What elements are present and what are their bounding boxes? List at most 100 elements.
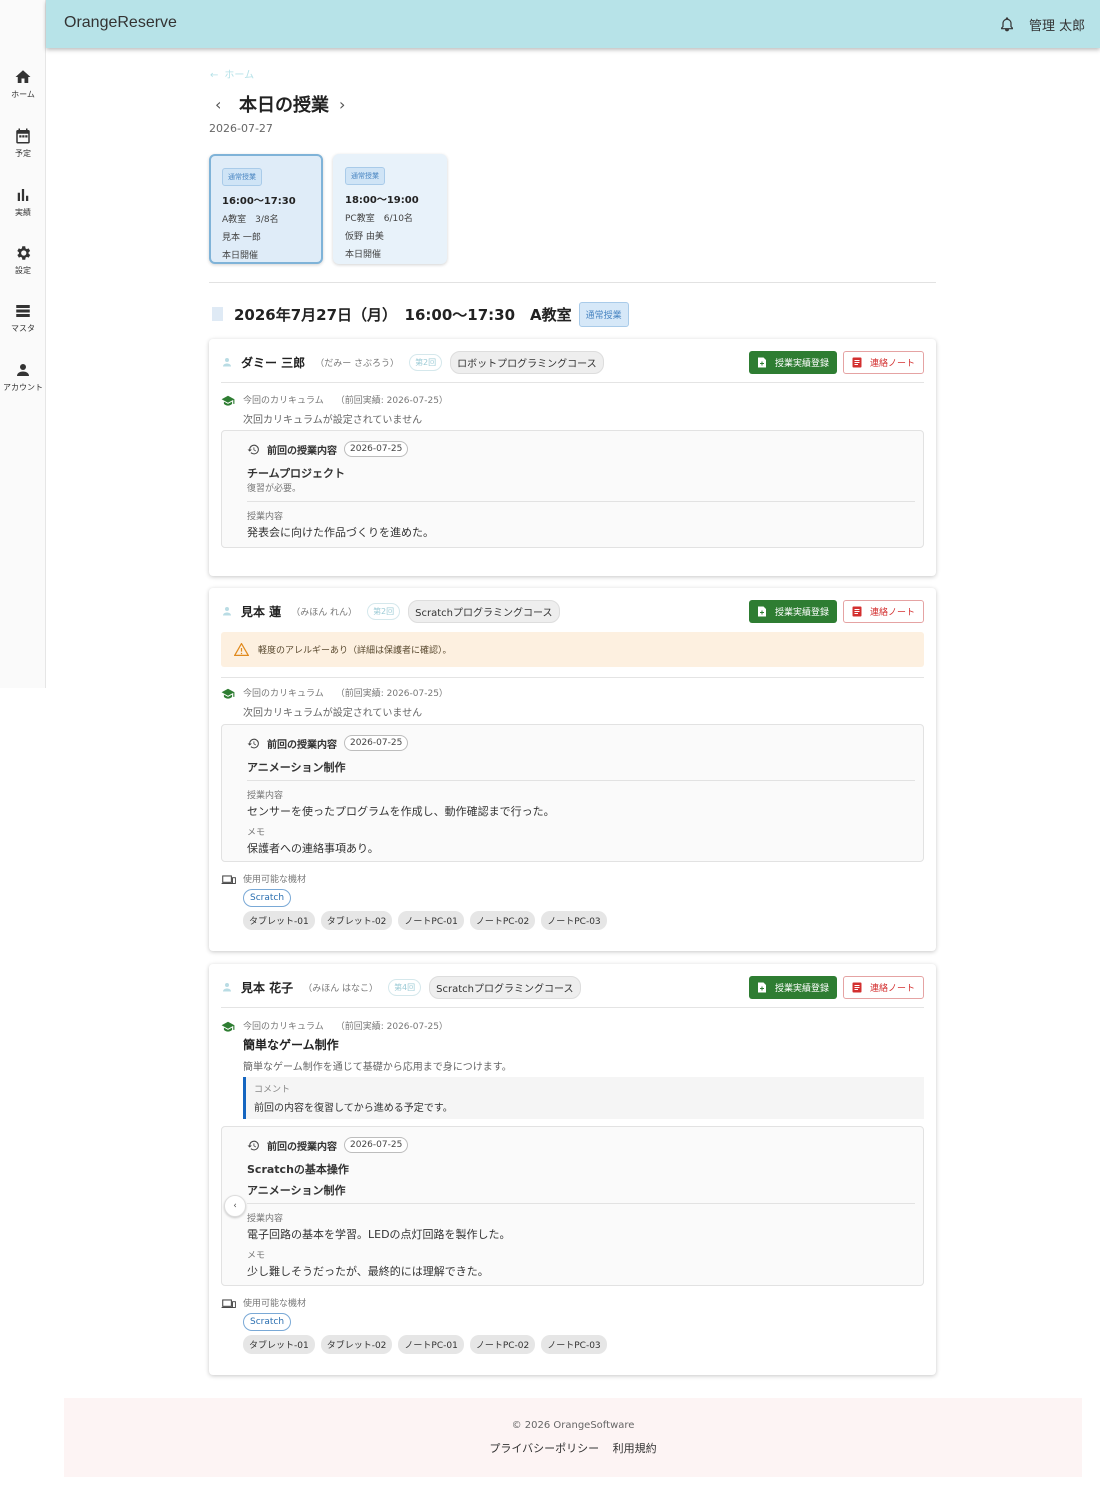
student-name: 見本 花子	[241, 980, 294, 995]
curriculum-value: 次回カリキュラムが設定されていません	[243, 415, 423, 426]
graduation-cap-icon	[221, 395, 235, 406]
alert-text: 軽度のアレルギーあり（詳細は保護者に確認）。	[258, 646, 452, 656]
comment-text: 前回の内容を復習してから進める予定です。	[254, 1103, 453, 1114]
graduation-cap-icon	[221, 688, 235, 699]
prev-lesson-name: Scratchの基本操作	[247, 1163, 349, 1176]
device-chip: ノートPC-02	[469, 911, 536, 930]
student-kana: （だみー さぶろう）	[315, 358, 400, 369]
class-card[interactable]: 通常授業 18:00〜19:00 PC教室 6/10名 仮野 由美 本日開催	[333, 154, 447, 264]
chevron-left-icon[interactable]: ‹	[224, 1195, 246, 1217]
equipment-label: 使用可能な機材	[243, 1299, 307, 1309]
device-chip: タブレット-02	[320, 911, 393, 930]
bell-icon[interactable]	[999, 15, 1015, 33]
memo-label: メモ	[247, 1251, 266, 1261]
sidebar-item-label: 予定	[15, 149, 31, 158]
comment-box: コメント 前回の内容を復習してから進める予定です。	[243, 1077, 924, 1119]
student-card: ダミー 三郎 （だみー さぶろう） 第2回 ロボットプログラミングコース 授業実…	[209, 339, 936, 576]
curriculum-block: 今回のカリキュラム （前回実績: 2026-07-25） 次回カリキュラムが設定さ…	[221, 686, 924, 719]
sidebar-item-label: マスタ	[11, 324, 35, 333]
section-title: 2026年7月27日（月） 16:00〜17:30 A教室	[234, 305, 572, 324]
lesson-type-tag: 通常授業	[345, 167, 385, 185]
person-icon	[223, 607, 231, 616]
sidebar-item-home[interactable]: ホーム	[0, 68, 46, 100]
document-icon	[757, 982, 766, 992]
lesson-type-tag: 通常授業	[578, 301, 629, 327]
curriculum-desc: 簡単なゲーム制作を通じて基礎から応用まで身につけます。	[243, 1062, 512, 1073]
memo-text: 少し難しそうだったが、最終的には理解できた。	[247, 1265, 489, 1278]
class-time: 16:00〜17:30	[222, 196, 296, 207]
prev-lesson-title: 前回の授業内容	[267, 739, 337, 751]
device-chip: タブレット-01	[243, 911, 315, 930]
brand-logo[interactable]: OrangeReserve	[64, 14, 177, 32]
note-button[interactable]: 連絡ノート	[842, 975, 924, 999]
course-chip: ロボットプログラミングコース	[450, 350, 604, 374]
divider	[221, 677, 924, 678]
student-name: ダミー 三郎	[241, 355, 306, 370]
equipment-block: 使用可能な機材 Scratch タブレット-01 タブレット-02 ノートPC-…	[221, 1296, 924, 1354]
lesson-content: 発表会に向けた作品づくりを進めた。	[247, 526, 434, 539]
divider	[221, 1007, 924, 1008]
prev-lesson-name: チームプロジェクト	[247, 467, 346, 480]
student-card: 見本 花子 （みほん はなこ） 第4回 Scratchプログラミングコース 授業…	[209, 964, 936, 1375]
divider	[221, 382, 924, 383]
note-icon	[852, 982, 862, 992]
curriculum-block: 今回のカリキュラム （前回実績: 2026-07-25） 次回カリキュラムが設定さ…	[221, 393, 924, 426]
prev-record-label: （前回実績: 2026-07-25）	[335, 689, 448, 699]
prev-lesson-note: 復習が必要。	[247, 484, 302, 494]
sidebar-item-master[interactable]: マスタ	[0, 302, 46, 334]
prev-lesson-box: 前回の授業内容 2026-07-25 チームプロジェクト 復習が必要。 授業内容…	[221, 430, 924, 548]
chevron-right-icon[interactable]: ›	[339, 95, 353, 114]
prev-date-chip: 2026-07-25	[344, 441, 409, 457]
comment-label: コメント	[254, 1085, 291, 1095]
sidebar-item-account[interactable]: アカウント	[0, 361, 46, 393]
student-kana: （みほん れん）	[291, 607, 358, 618]
list-icon	[16, 305, 30, 317]
home-icon	[15, 70, 31, 83]
section-heading: 2026年7月27日（月） 16:00〜17:30 A教室 通常授業	[212, 301, 629, 327]
class-room: A教室 3/8名	[222, 215, 279, 225]
lesson-content-label: 授業内容	[247, 1214, 284, 1224]
person-icon	[17, 364, 29, 376]
prev-lesson-title: 前回の授業内容	[267, 1141, 337, 1153]
equipment-tag: Scratch	[243, 1313, 292, 1331]
lesson-count-badge: 第2回	[409, 353, 443, 371]
class-teacher: 見本 一郎	[222, 233, 261, 243]
curriculum-value: 次回カリキュラムが設定されていません	[243, 708, 423, 719]
device-chip: ノートPC-03	[541, 1335, 607, 1354]
device-chips: タブレット-01 タブレット-02 ノートPC-01 ノートPC-02 ノートP…	[243, 1335, 924, 1354]
sidebar: ホーム 予定 実績 設定 マスタ アカウント	[0, 0, 46, 688]
prev-lesson-box: 前回の授業内容 2026-07-25 アニメーション制作 授業内容 センサーを使…	[221, 724, 924, 862]
sidebar-item-label: 設定	[15, 266, 31, 275]
lesson-type-tag: 通常授業	[222, 168, 262, 186]
lesson-count-badge: 第2回	[367, 602, 401, 620]
lesson-content-label: 授業内容	[247, 512, 284, 522]
sidebar-item-label: ホーム	[11, 90, 35, 99]
record-button[interactable]: 授業実績登録	[748, 599, 837, 623]
person-icon	[223, 358, 231, 367]
laptop-icon	[221, 875, 236, 884]
class-card[interactable]: 通常授業 16:00〜17:30 A教室 3/8名 見本 一郎 本日開催	[209, 154, 323, 264]
note-button[interactable]: 連絡ノート	[842, 599, 924, 623]
gear-icon	[17, 246, 31, 260]
memo-label: メモ	[247, 828, 266, 838]
warning-icon	[234, 643, 249, 656]
calendar-icon	[16, 128, 30, 144]
privacy-link[interactable]: プライバシーポリシー	[489, 1442, 599, 1455]
record-button[interactable]: 授業実績登録	[748, 350, 837, 374]
copyright: © 2026 OrangeSoftware	[511, 1420, 635, 1431]
sidebar-item-results[interactable]: 実績	[0, 186, 46, 218]
allergy-alert: 軽度のアレルギーあり（詳細は保護者に確認）。	[221, 632, 924, 667]
note-button[interactable]: 連絡ノート	[842, 350, 924, 374]
chevron-left-icon[interactable]: ‹	[215, 95, 229, 114]
student-header: ダミー 三郎 （だみー さぶろう） 第2回 ロボットプログラミングコース 授業実…	[221, 350, 924, 374]
record-button[interactable]: 授業実績登録	[748, 975, 837, 999]
prev-lesson-name: アニメーション制作	[247, 1184, 346, 1197]
user-menu[interactable]: 管理 太郎	[1029, 15, 1085, 34]
breadcrumb[interactable]: ← ホーム	[210, 66, 254, 81]
back-arrow-icon: ←	[210, 70, 219, 81]
note-icon	[852, 357, 862, 367]
sidebar-item-settings[interactable]: 設定	[0, 244, 46, 276]
terms-link[interactable]: 利用規約	[613, 1442, 657, 1455]
prev-record-label: （前回実績: 2026-07-25）	[335, 1022, 448, 1032]
sidebar-item-schedule[interactable]: 予定	[0, 127, 46, 159]
